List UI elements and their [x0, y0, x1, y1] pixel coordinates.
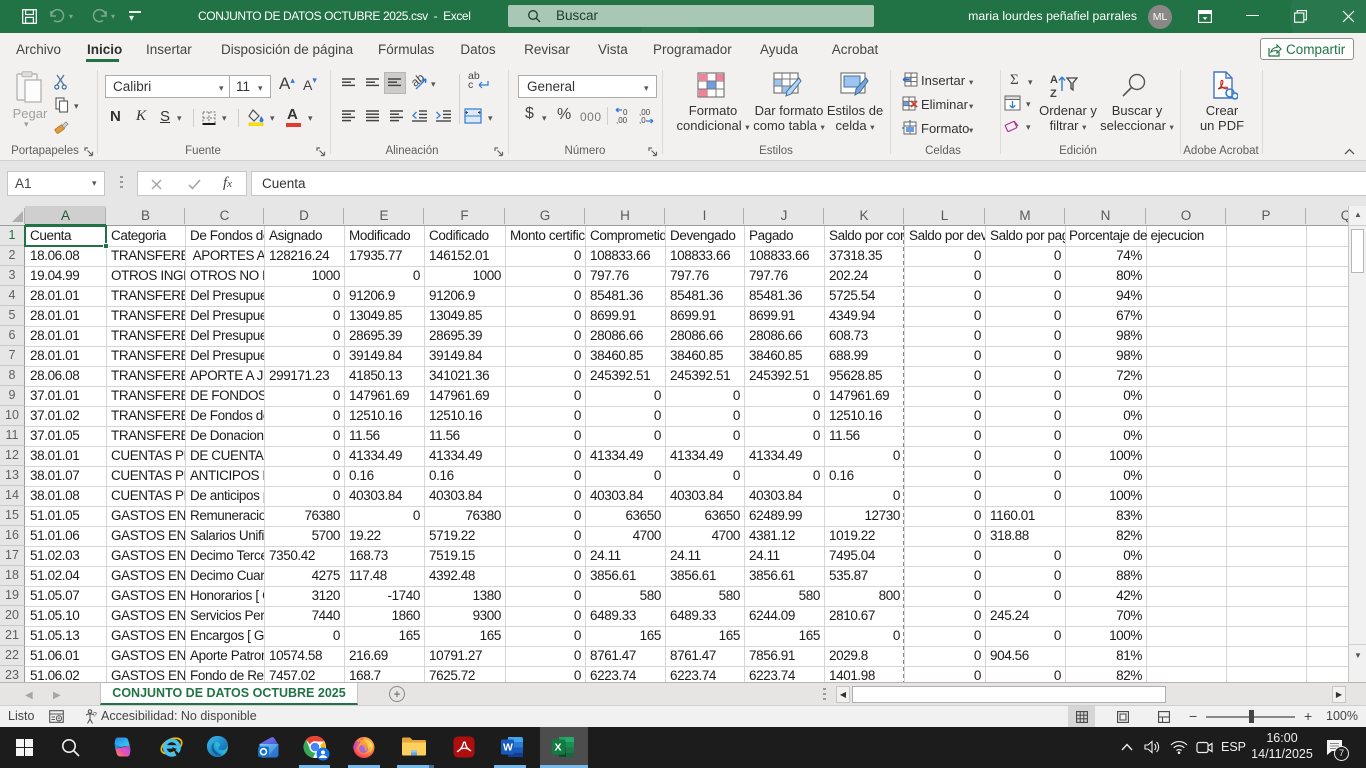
svg-text:W: W — [503, 742, 513, 754]
svg-text:,0: ,0 — [639, 116, 646, 124]
svg-text:Z: Z — [1050, 88, 1057, 99]
svg-text:?: ? — [93, 712, 97, 719]
svg-text:X: X — [555, 742, 562, 754]
svg-text:A: A — [1050, 74, 1058, 86]
svg-text:,00: ,00 — [616, 116, 628, 124]
